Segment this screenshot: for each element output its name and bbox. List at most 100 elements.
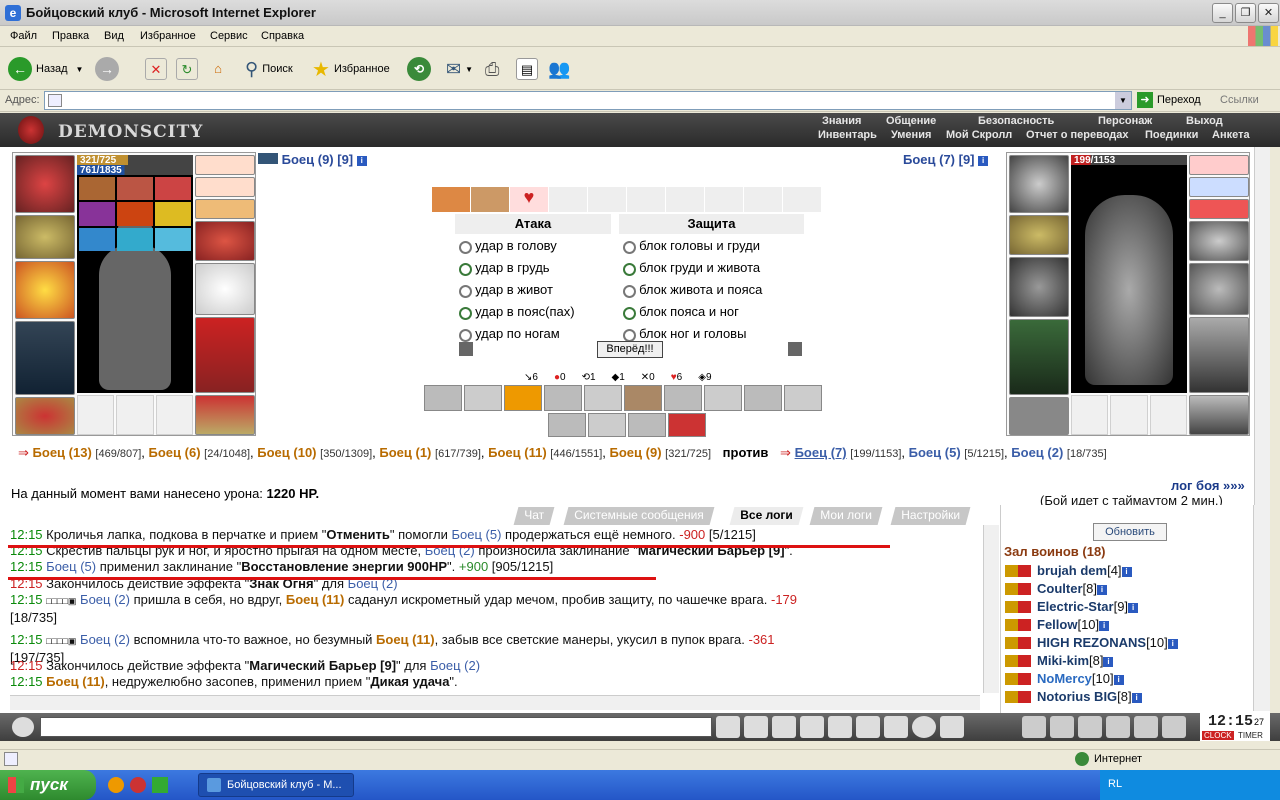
- stop-button[interactable]: ✕: [145, 54, 167, 84]
- room-user[interactable]: Electric-Star[9] i: [1037, 599, 1139, 614]
- menu-favorites[interactable]: Избранное: [140, 30, 196, 42]
- armor-slot[interactable]: [15, 321, 75, 395]
- rings-slot[interactable]: [195, 199, 255, 219]
- history-button[interactable]: ⟲: [407, 54, 431, 84]
- menu-file[interactable]: Файл: [10, 30, 37, 42]
- action-3-icon[interactable]: [1078, 716, 1102, 738]
- browser-icon[interactable]: [108, 777, 124, 793]
- room-user[interactable]: Notorius BIG[8] i: [1037, 689, 1142, 704]
- enemy-amulet-slot[interactable]: [1189, 177, 1249, 197]
- skill-11[interactable]: [548, 413, 586, 437]
- attack-option[interactable]: удар в живот: [459, 282, 553, 298]
- nav-exit[interactable]: Выход: [1186, 115, 1223, 127]
- pants-slot[interactable]: [195, 317, 255, 393]
- belt-slot[interactable]: [15, 397, 75, 435]
- skill-13[interactable]: [628, 413, 666, 437]
- address-input[interactable]: ▼: [44, 91, 1132, 110]
- shield-slot[interactable]: [195, 263, 255, 315]
- maximize-button[interactable]: ❐: [1235, 3, 1256, 23]
- info-icon[interactable]: i: [356, 155, 367, 166]
- fighter-name[interactable]: Боец (10): [257, 445, 316, 460]
- player-left-name[interactable]: Боец (9) [9] i: [258, 152, 367, 167]
- boots-slot[interactable]: [195, 395, 255, 435]
- info-icon[interactable]: i: [1099, 620, 1110, 631]
- fighter-icon[interactable]: [828, 716, 852, 738]
- fighter-name[interactable]: Боец (6): [149, 445, 201, 460]
- bracer-slot[interactable]: [195, 221, 255, 261]
- menu-help[interactable]: Справка: [261, 30, 304, 42]
- info-icon[interactable]: i: [978, 155, 989, 166]
- buff-body[interactable]: [471, 187, 509, 212]
- chat-mode-icon[interactable]: [12, 717, 34, 737]
- nav-character[interactable]: Персонаж: [1098, 115, 1152, 127]
- fighter-name[interactable]: Боец (1): [379, 445, 431, 460]
- refresh-button[interactable]: ↻: [176, 54, 198, 84]
- fighter-name[interactable]: Боец (2): [1011, 445, 1063, 460]
- scroll-slot-4[interactable]: [79, 202, 115, 226]
- scroll-slot-2[interactable]: [117, 177, 153, 201]
- chat-scrollbar[interactable]: [983, 525, 999, 693]
- radio-icon[interactable]: [459, 284, 472, 298]
- menu-tools[interactable]: Сервис: [210, 30, 248, 42]
- info-icon[interactable]: i: [1128, 602, 1139, 613]
- nav-profile[interactable]: Анкета: [1212, 129, 1250, 141]
- dropdown-arrow-icon[interactable]: ▼: [1115, 92, 1131, 109]
- defense-option[interactable]: блок ног и головы: [623, 326, 746, 342]
- room-user[interactable]: NoMercy[10] i: [1037, 671, 1124, 686]
- eraser-icon[interactable]: [744, 716, 768, 738]
- radio-icon[interactable]: [623, 240, 636, 254]
- skill-14[interactable]: [668, 413, 706, 437]
- skill-5[interactable]: [584, 385, 622, 411]
- enemy-rings-slot[interactable]: [1189, 199, 1249, 219]
- chat-input[interactable]: [40, 717, 712, 737]
- room-user[interactable]: brujah dem[4] i: [1037, 563, 1132, 578]
- forward-button[interactable]: →: [95, 54, 119, 84]
- ring-slot-1[interactable]: [77, 395, 115, 435]
- buff-heart[interactable]: ♥: [510, 187, 548, 212]
- nav-skills[interactable]: Умения: [891, 129, 931, 141]
- game-scrollbar[interactable]: [1254, 147, 1270, 505]
- radio-icon[interactable]: [459, 262, 472, 276]
- tab-chat[interactable]: Чат: [513, 507, 555, 525]
- skill-3[interactable]: [504, 385, 542, 411]
- skill-9[interactable]: [744, 385, 782, 411]
- fighter-name[interactable]: Боец (7): [795, 445, 847, 460]
- menu-edit[interactable]: Правка: [52, 30, 89, 42]
- menu-view[interactable]: Вид: [104, 30, 124, 42]
- defense-option[interactable]: блок живота и пояса: [623, 282, 762, 298]
- attack-option[interactable]: удар в голову: [459, 238, 557, 254]
- helmet-slot[interactable]: [15, 155, 75, 213]
- attack-option[interactable]: удар в грудь: [459, 260, 550, 276]
- skill-2[interactable]: [464, 385, 502, 411]
- nav-battles[interactable]: Поединки: [1145, 129, 1198, 141]
- nav-transfer-report[interactable]: Отчет о переводах: [1026, 129, 1129, 141]
- skill-10[interactable]: [784, 385, 822, 411]
- action-1-icon[interactable]: [1022, 716, 1046, 738]
- enemy-boots-slot[interactable]: [1189, 395, 1249, 435]
- battle-log-link[interactable]: лог боя »»»: [1171, 478, 1245, 493]
- opera-icon[interactable]: [130, 777, 146, 793]
- enemy-helmet-slot[interactable]: [1009, 155, 1069, 213]
- enemy-gloves-slot[interactable]: [1009, 215, 1069, 255]
- messenger-icon[interactable]: [152, 777, 168, 793]
- chat-hscrollbar[interactable]: [10, 695, 980, 710]
- minimize-button[interactable]: _: [1212, 3, 1233, 23]
- enemy-ring-slot-1[interactable]: [1071, 395, 1109, 435]
- defense-option[interactable]: блок груди и живота: [623, 260, 760, 276]
- ring-slot-3[interactable]: [155, 395, 193, 435]
- enemy-pants-slot[interactable]: [1189, 317, 1249, 393]
- nav-knowledge[interactable]: Знания: [822, 115, 861, 127]
- go-button[interactable]: ➜ Переход: [1137, 92, 1201, 108]
- enemy-armor-slot[interactable]: [1009, 319, 1069, 395]
- search-button[interactable]: ⚲ Поиск: [245, 54, 293, 84]
- enemy-weapon-slot[interactable]: [1009, 257, 1069, 317]
- ring-slot-2[interactable]: [116, 395, 154, 435]
- room-user[interactable]: HIGH REZONANS[10] i: [1037, 635, 1178, 650]
- mail-button[interactable]: ✉ ▼: [446, 54, 473, 84]
- amulet-slot[interactable]: [195, 177, 255, 197]
- home-button[interactable]: ⌂: [207, 54, 229, 84]
- room-scrollbar[interactable]: [1253, 505, 1270, 711]
- nav-my-scroll[interactable]: Мой Скролл: [946, 129, 1012, 141]
- radio-icon[interactable]: [459, 328, 472, 342]
- scroll-slot-1[interactable]: [79, 177, 115, 201]
